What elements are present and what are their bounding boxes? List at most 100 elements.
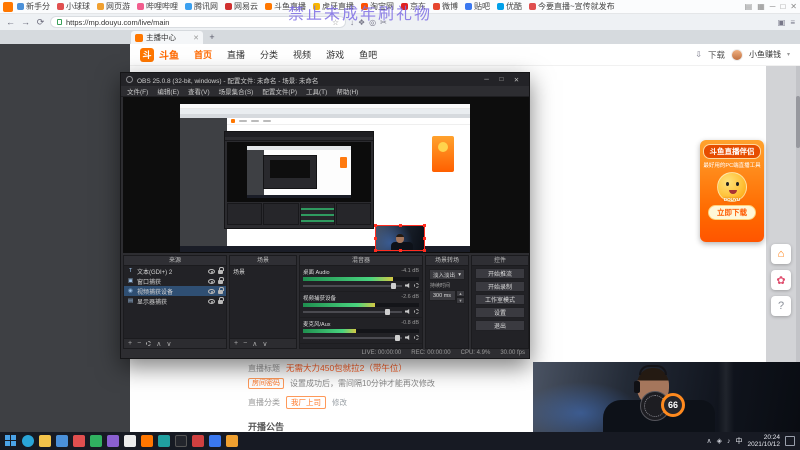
visibility-icon[interactable] <box>208 298 215 304</box>
duration-stepper[interactable]: 300 ms <box>429 290 465 304</box>
tab-close-icon[interactable] <box>193 34 199 42</box>
visibility-icon[interactable] <box>208 278 215 284</box>
ime-language-indicator[interactable]: 中 <box>735 436 742 446</box>
obs-maximize-icon[interactable] <box>494 76 509 84</box>
tab-anchor-center[interactable]: 主播中心 <box>131 31 203 44</box>
selection-handle[interactable] <box>374 224 377 227</box>
obs-preview-canvas[interactable] <box>123 97 529 253</box>
transitions-dock-title[interactable]: 场景转场 <box>426 256 468 266</box>
channel-settings-icon[interactable] <box>414 283 419 288</box>
slider-track[interactable] <box>303 308 402 315</box>
nav-video[interactable]: 视频 <box>293 48 311 61</box>
lock-icon[interactable] <box>218 297 224 304</box>
lock-icon[interactable] <box>218 277 224 284</box>
obs-window[interactable]: OBS 25.0.8 (32-bit, windows) - 配置文件: 未命名… <box>120 72 530 359</box>
float-home-widget[interactable] <box>771 244 791 264</box>
scene-up-icon[interactable] <box>252 340 257 348</box>
taskbar-app-icon[interactable] <box>209 435 221 447</box>
room-password-tag[interactable]: 房间密码 <box>248 378 284 389</box>
notification-center-icon[interactable] <box>785 436 795 446</box>
visibility-icon[interactable] <box>208 288 215 294</box>
slider-knob[interactable] <box>391 282 397 289</box>
speaker-icon[interactable] <box>405 309 410 314</box>
volume-slider[interactable] <box>303 308 419 315</box>
phone-sync-icon[interactable] <box>778 18 786 27</box>
bookmark-item[interactable]: 今要直播~宣传就发布 <box>526 1 618 12</box>
settings-button[interactable]: 设置 <box>475 307 525 318</box>
float-gift-widget[interactable] <box>771 270 791 290</box>
visibility-icon[interactable] <box>208 268 215 274</box>
volume-icon[interactable] <box>727 438 731 445</box>
tray-expand-icon[interactable] <box>706 437 711 445</box>
source-row[interactable]: ▤ 显示器捕获 <box>124 296 226 306</box>
user-menu-caret-icon[interactable] <box>787 51 790 58</box>
taskbar-app-icon[interactable] <box>124 435 136 447</box>
douyu-logo-icon[interactable]: 斗 <box>140 47 154 62</box>
bookmark-item[interactable]: 优酷 <box>494 1 525 12</box>
menu-icon[interactable] <box>790 18 795 27</box>
download-label[interactable]: 下载 <box>708 49 725 61</box>
obs-menu-edit[interactable]: 编辑(E) <box>157 86 179 96</box>
start-streaming-button[interactable]: 开始推流 <box>475 268 525 279</box>
download-app-icon[interactable] <box>695 50 702 59</box>
taskbar-app-icon[interactable] <box>73 435 85 447</box>
taskbar-folder-icon[interactable] <box>39 435 51 447</box>
channel-settings-icon[interactable] <box>414 309 419 314</box>
volume-slider[interactable] <box>303 282 419 289</box>
taskbar-app-icon[interactable] <box>107 435 119 447</box>
lock-icon[interactable] <box>218 287 224 294</box>
bookmark-item[interactable]: 腾讯网 <box>182 1 221 12</box>
source-row[interactable]: T 文本(GDI+) 2 <box>124 266 226 276</box>
exit-button[interactable]: 退出 <box>475 320 525 331</box>
selection-handle[interactable] <box>374 249 377 252</box>
obs-minimize-icon[interactable] <box>479 76 494 84</box>
back-icon[interactable] <box>5 17 16 27</box>
bookmark-item[interactable]: 微博 <box>430 1 461 12</box>
taskbar-douyu-icon[interactable] <box>141 435 153 447</box>
source-row[interactable]: ▣ 窗口捕获 <box>124 276 226 286</box>
scene-down-icon[interactable] <box>262 340 267 348</box>
start-button-icon[interactable] <box>5 435 17 447</box>
transition-select[interactable]: 淡入淡出 <box>429 269 465 280</box>
selected-webcam-source[interactable] <box>374 224 426 252</box>
taskbar-browser-icon[interactable] <box>56 435 68 447</box>
add-scene-icon[interactable] <box>234 340 238 347</box>
controls-dock-title[interactable]: 控件 <box>472 256 528 266</box>
nav-category[interactable]: 分类 <box>260 48 278 61</box>
bookmark-item[interactable]: 网页游 <box>94 1 133 12</box>
selection-handle[interactable] <box>398 249 402 252</box>
forward-icon[interactable] <box>20 17 31 27</box>
scrollbar-thumb[interactable] <box>796 96 800 148</box>
obs-menu-profile[interactable]: 配置文件(P) <box>262 86 297 96</box>
taskbar-cortana-icon[interactable] <box>22 435 34 447</box>
taskbar-clock[interactable]: 20:24 2021/10/12 <box>747 434 780 449</box>
obs-menu-scene-collection[interactable]: 场景集合(S) <box>219 86 254 96</box>
selection-handle[interactable] <box>423 224 426 227</box>
taskbar-obs-icon[interactable] <box>175 435 187 447</box>
taskbar-app-icon[interactable] <box>90 435 102 447</box>
scene-row[interactable]: 场景 <box>230 266 296 276</box>
volume-slider[interactable] <box>303 334 419 341</box>
category-chip[interactable]: 我厂上司 <box>286 396 326 409</box>
speaker-icon[interactable] <box>405 283 410 288</box>
browser-logo-icon[interactable] <box>3 1 13 12</box>
douyu-logo-text[interactable]: 斗鱼 <box>159 47 179 62</box>
bookmark-item[interactable]: 贴吧 <box>462 1 493 12</box>
douyu-companion-ad[interactable]: 斗鱼直播伴侣 最好用的PC端直播工具 DOUYU 立即下载 <box>700 140 764 242</box>
float-help-widget[interactable] <box>771 296 791 316</box>
nav-home[interactable]: 首页 <box>194 48 212 61</box>
selection-handle[interactable] <box>398 224 402 227</box>
username[interactable]: 小鱼赚钱 <box>749 49 781 60</box>
obs-menu-help[interactable]: 帮助(H) <box>336 86 358 96</box>
obs-menu-view[interactable]: 查看(V) <box>188 86 210 96</box>
taskbar-app-icon[interactable] <box>226 435 238 447</box>
close-window-icon[interactable] <box>790 2 797 11</box>
bookmark-item[interactable]: 新手分 <box>14 1 53 12</box>
source-row-selected[interactable]: ◉ 视频捕获设备 <box>124 286 226 296</box>
slider-track[interactable] <box>303 334 402 341</box>
speaker-icon[interactable] <box>405 335 410 340</box>
move-up-icon[interactable] <box>156 340 161 348</box>
ad-download-button[interactable]: 立即下载 <box>708 205 756 220</box>
selection-handle[interactable] <box>423 236 426 240</box>
slider-knob[interactable] <box>395 334 401 341</box>
